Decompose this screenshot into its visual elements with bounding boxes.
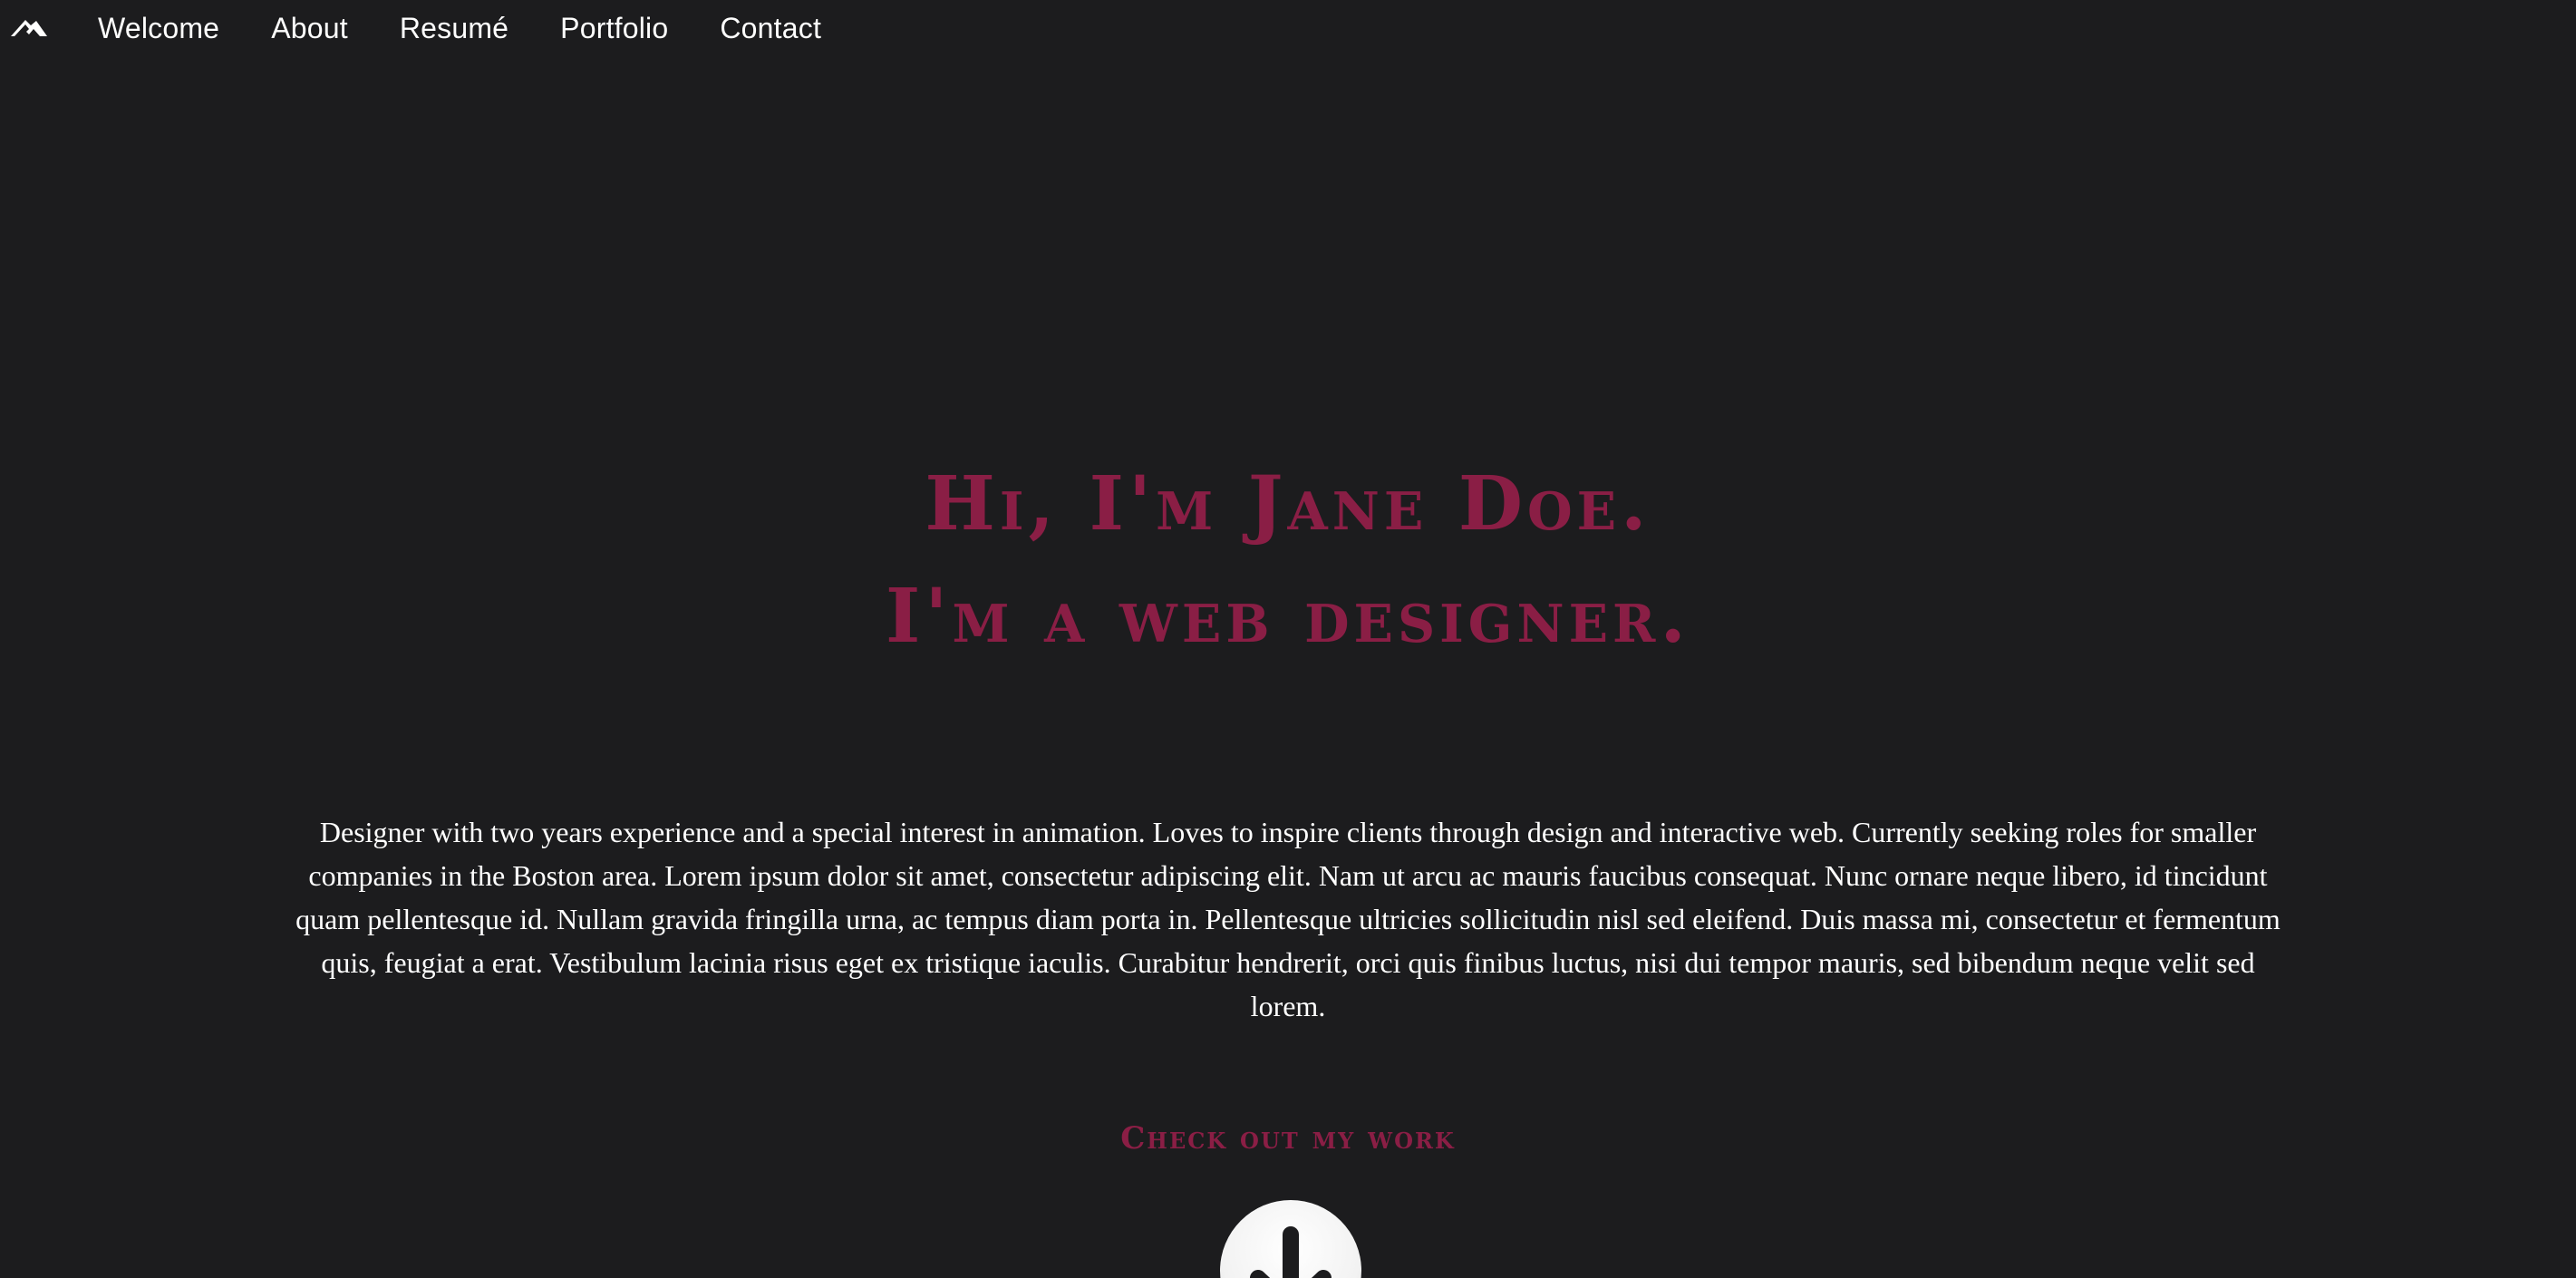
nav-item-welcome[interactable]: Welcome — [98, 12, 219, 45]
hero-greeting: Hi, I'm Jane Doe. — [925, 460, 1651, 547]
nav-item-resume[interactable]: Resumé — [400, 12, 508, 45]
nav-links: Welcome About Resumé Portfolio Contact — [98, 0, 873, 56]
nav-item-contact[interactable]: Contact — [720, 12, 821, 45]
nav-item-portfolio[interactable]: Portfolio — [560, 12, 668, 45]
check-out-work-link[interactable]: Check out my work — [0, 1120, 2576, 1157]
intro-paragraph: Designer with two years experience and a… — [295, 816, 2281, 1022]
hero-role: I'm a web designer. — [886, 573, 1690, 660]
mountain-logo-icon[interactable] — [9, 13, 49, 42]
nav-item-about[interactable]: About — [271, 12, 348, 45]
scroll-down-button[interactable] — [1220, 1200, 1361, 1278]
arrow-down-icon — [1250, 1226, 1332, 1278]
top-navbar: Welcome About Resumé Portfolio Contact — [0, 0, 2576, 56]
